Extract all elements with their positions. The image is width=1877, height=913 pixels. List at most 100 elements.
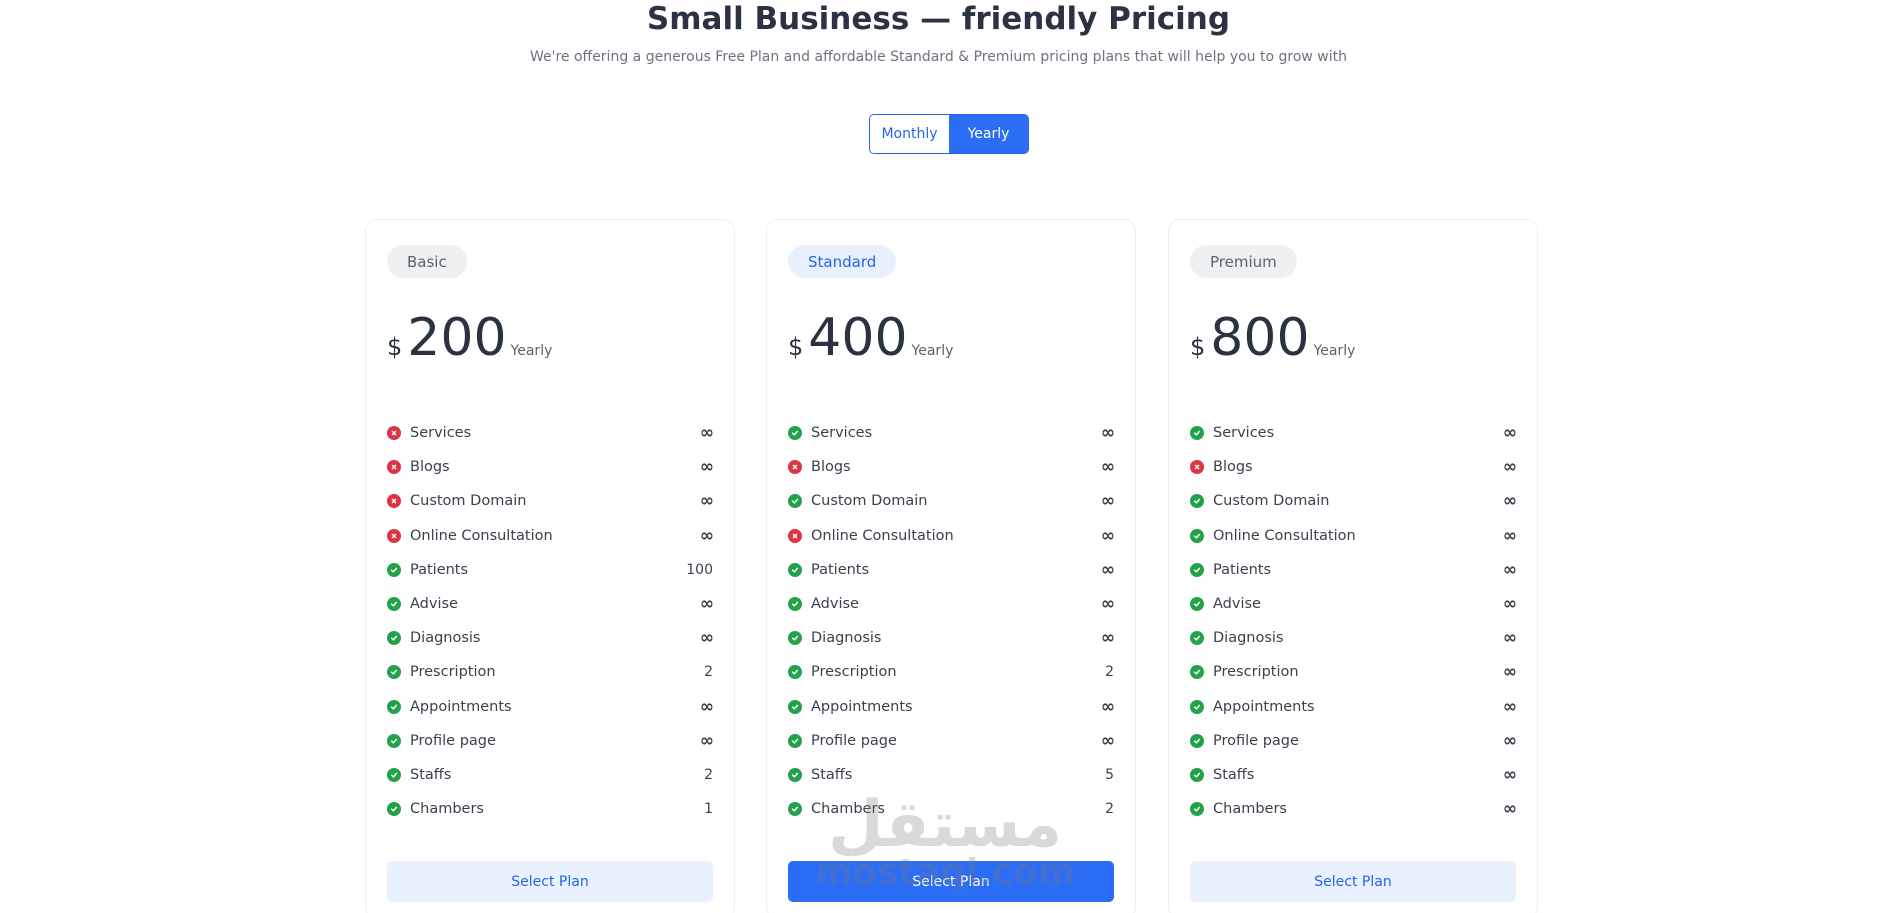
- feature-name: Appointments: [410, 698, 512, 715]
- feature-limit: ∞: [1502, 628, 1517, 649]
- x-circle-icon: [1190, 460, 1204, 475]
- check-circle-icon: [788, 562, 802, 577]
- feature-item: Chambers 1: [387, 792, 713, 826]
- feature-limit: ∞: [1502, 696, 1517, 717]
- feature-item: Blogs ∞: [1190, 450, 1517, 484]
- price-currency: $: [387, 333, 403, 361]
- plan-name-badge: Standard: [788, 245, 897, 278]
- check-circle-icon: [788, 665, 802, 680]
- feature-name: Blogs: [1213, 459, 1253, 476]
- feature-limit: 1: [704, 801, 713, 818]
- feature-item: Custom Domain ∞: [788, 484, 1115, 518]
- x-circle-icon: [387, 426, 401, 441]
- x-circle-icon: [387, 460, 401, 475]
- feature-item: Advise ∞: [1190, 587, 1517, 621]
- feature-name: Blogs: [811, 459, 851, 476]
- check-circle-icon: [1190, 733, 1204, 748]
- select-plan-button[interactable]: Select Plan: [788, 861, 1114, 902]
- feature-item: Staffs ∞: [1190, 758, 1517, 792]
- feature-item: Appointments ∞: [788, 690, 1115, 724]
- feature-name: Patients: [1213, 561, 1272, 578]
- feature-item: Patients ∞: [788, 553, 1115, 587]
- page-title: Small Business — friendly Pricing: [646, 1, 1231, 37]
- check-circle-icon: [1190, 597, 1204, 612]
- feature-limit: 5: [1105, 766, 1114, 783]
- x-circle-icon: [387, 494, 401, 509]
- feature-name: Services: [811, 425, 873, 442]
- feature-limit: ∞: [699, 525, 714, 546]
- check-circle-icon: [387, 597, 401, 612]
- feature-limit: 100: [686, 561, 713, 578]
- feature-list: Services ∞ Blogs ∞ Custom Domain ∞ Online Cons…: [387, 416, 714, 826]
- plan-name-badge: Premium: [1190, 245, 1297, 278]
- check-circle-icon: [1190, 699, 1204, 714]
- check-circle-icon: [788, 802, 802, 817]
- feature-item: Services ∞: [387, 416, 714, 450]
- plan-card-standard: Standard $400 Yearly Services ∞ Blogs ∞ Custom …: [766, 219, 1136, 913]
- check-circle-icon: [788, 699, 802, 714]
- check-circle-icon: [1190, 802, 1204, 817]
- feature-name: Prescription: [410, 664, 496, 681]
- check-circle-icon: [1190, 528, 1204, 543]
- feature-item: Online Consultation ∞: [387, 519, 714, 553]
- feature-item: Diagnosis ∞: [788, 621, 1115, 655]
- feature-item: Blogs ∞: [387, 450, 714, 484]
- check-circle-icon: [1190, 494, 1204, 509]
- feature-limit: ∞: [1100, 696, 1115, 717]
- feature-name: Online Consultation: [410, 527, 553, 544]
- x-circle-icon: [788, 460, 802, 475]
- check-circle-icon: [387, 699, 401, 714]
- check-circle-icon: [387, 802, 401, 817]
- feature-name: Patients: [410, 561, 469, 578]
- check-circle-icon: [788, 426, 802, 441]
- feature-item: Advise ∞: [788, 587, 1115, 621]
- feature-name: Profile page: [410, 732, 496, 749]
- feature-name: Advise: [410, 596, 458, 613]
- feature-limit: ∞: [1100, 525, 1115, 546]
- check-circle-icon: [387, 631, 401, 646]
- feature-name: Diagnosis: [410, 630, 481, 647]
- feature-limit: ∞: [699, 594, 714, 615]
- toggle-yearly[interactable]: Yearly: [949, 115, 1028, 153]
- plan-price: $200 Yearly: [387, 308, 552, 368]
- feature-name: Chambers: [811, 801, 885, 818]
- feature-item: Patients ∞: [1190, 553, 1517, 587]
- feature-item: Prescription 2: [788, 655, 1114, 689]
- price-amount: 400: [808, 308, 908, 368]
- feature-item: Online Consultation ∞: [788, 519, 1115, 553]
- feature-item: Patients 100: [387, 553, 713, 587]
- price-currency: $: [1190, 333, 1206, 361]
- select-plan-button[interactable]: Select Plan: [387, 861, 713, 902]
- feature-name: Prescription: [1213, 664, 1299, 681]
- check-circle-icon: [1190, 631, 1204, 646]
- feature-name: Blogs: [410, 459, 450, 476]
- plan-name-badge: Basic: [387, 245, 467, 278]
- feature-item: Profile page ∞: [1190, 724, 1517, 758]
- feature-name: Custom Domain: [410, 493, 527, 510]
- feature-item: Diagnosis ∞: [387, 621, 714, 655]
- feature-item: Appointments ∞: [387, 690, 714, 724]
- feature-item: Services ∞: [1190, 416, 1517, 450]
- feature-name: Online Consultation: [811, 527, 954, 544]
- feature-item: Online Consultation ∞: [1190, 519, 1517, 553]
- feature-limit: ∞: [1502, 764, 1517, 785]
- price-amount: 800: [1210, 308, 1310, 368]
- price-amount: 200: [407, 308, 507, 368]
- check-circle-icon: [1190, 665, 1204, 680]
- price-period: Yearly: [510, 343, 553, 359]
- plan-card-basic: Basic $200 Yearly Services ∞ Blogs ∞ Custom Dom…: [365, 219, 735, 913]
- feature-item: Profile page ∞: [387, 724, 714, 758]
- check-circle-icon: [387, 733, 401, 748]
- feature-limit: ∞: [1100, 457, 1115, 478]
- feature-name: Staffs: [1213, 766, 1255, 783]
- price-period: Yearly: [1313, 343, 1356, 359]
- feature-limit: ∞: [1502, 423, 1517, 444]
- feature-name: Advise: [1213, 596, 1261, 613]
- select-plan-button[interactable]: Select Plan: [1190, 861, 1516, 902]
- toggle-monthly[interactable]: Monthly: [870, 115, 949, 153]
- feature-item: Services ∞: [788, 416, 1115, 450]
- feature-item: Prescription ∞: [1190, 655, 1517, 689]
- feature-item: Custom Domain ∞: [1190, 484, 1517, 518]
- x-circle-icon: [387, 528, 401, 543]
- check-circle-icon: [788, 767, 802, 782]
